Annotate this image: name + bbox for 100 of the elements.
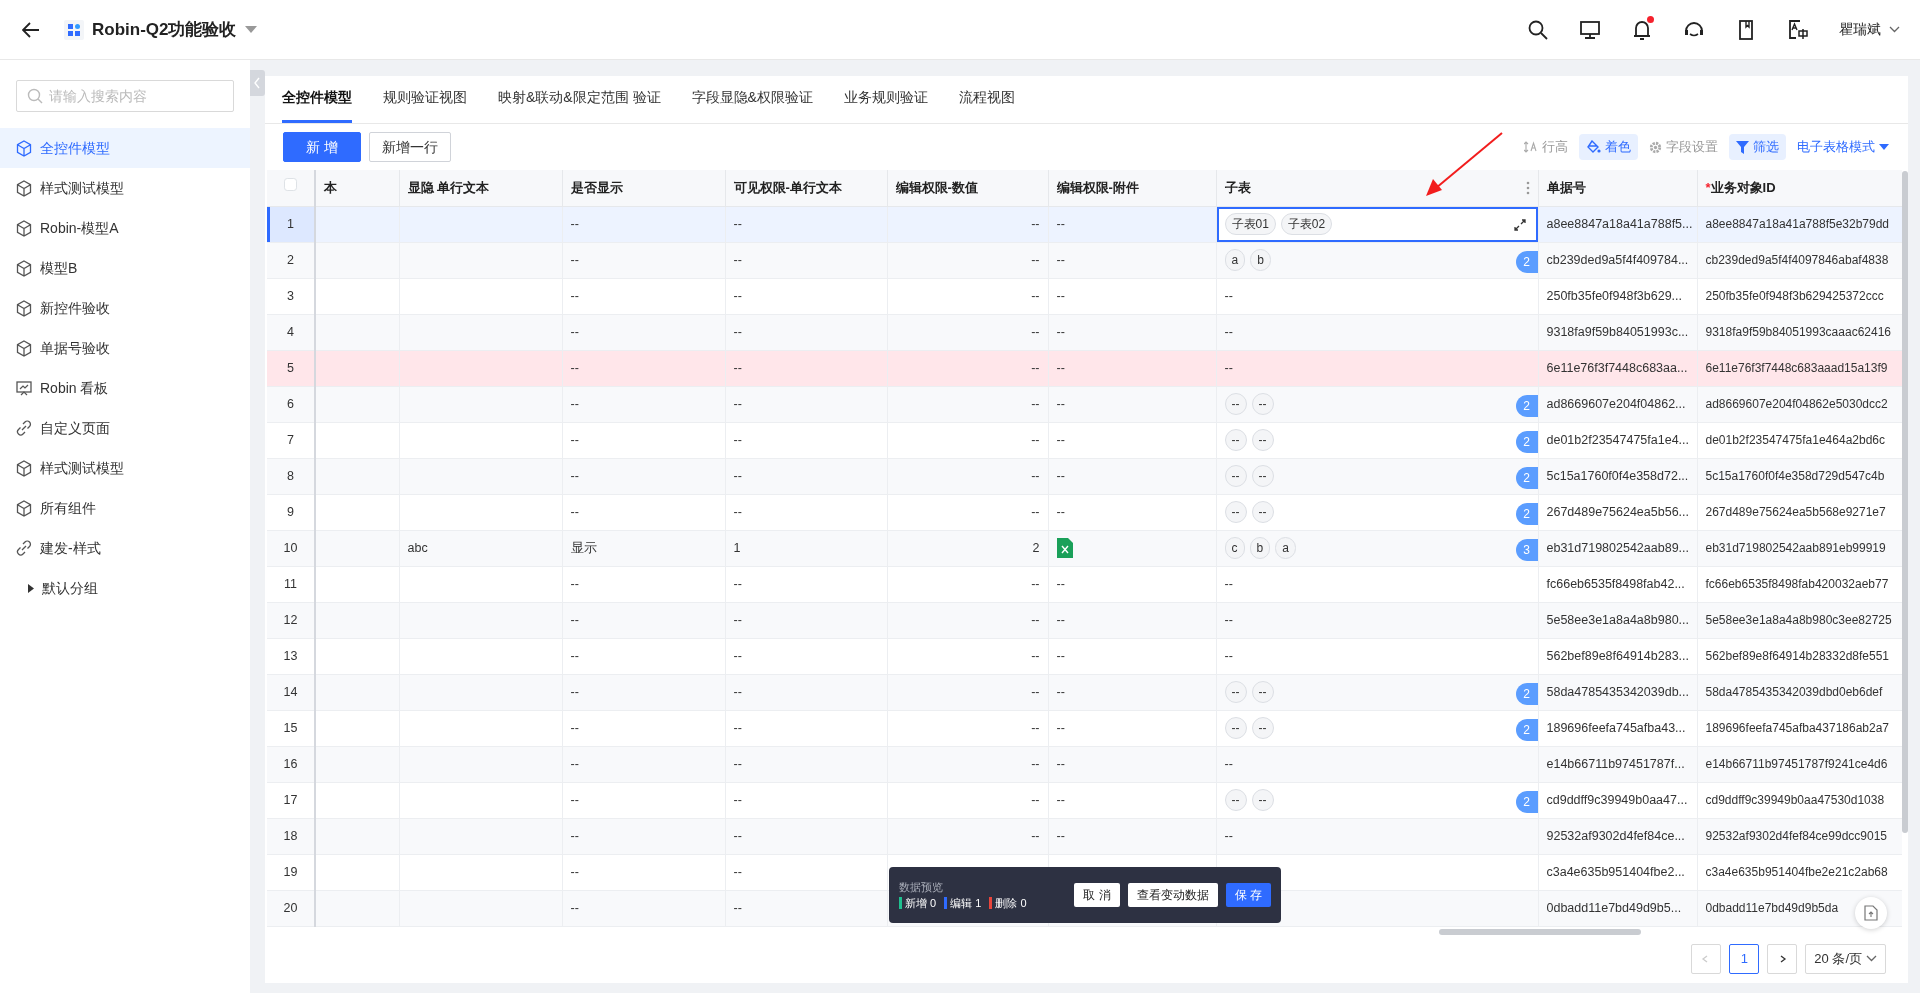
sidebar-item[interactable]: 新控件验收 bbox=[0, 288, 250, 328]
tab[interactable]: 全控件模型 bbox=[282, 75, 352, 123]
column-header: 业务对象ID bbox=[1710, 179, 1776, 197]
table-cell: -- bbox=[570, 576, 579, 591]
table-cell: -- bbox=[1056, 756, 1065, 771]
subtable-tag[interactable]: -- bbox=[1251, 681, 1274, 703]
tab[interactable]: 字段显隐&权限验证 bbox=[691, 75, 813, 123]
table-cell: abc bbox=[407, 540, 428, 555]
count-badge: 2 bbox=[1515, 466, 1538, 489]
table-cell: 1 bbox=[733, 540, 741, 555]
subtable-tag[interactable]: b bbox=[1250, 249, 1271, 271]
subtable-tag[interactable]: -- bbox=[1224, 465, 1247, 487]
subtable-tag[interactable]: b bbox=[1249, 537, 1271, 559]
count-badge: 2 bbox=[1515, 250, 1538, 273]
preview-button[interactable]: 查看变动数据 bbox=[1127, 883, 1218, 907]
table-cell: -- bbox=[1224, 648, 1233, 663]
sidebar-item[interactable]: 所有组件 bbox=[0, 488, 250, 528]
subtable-tag[interactable]: -- bbox=[1251, 393, 1274, 415]
sidebar-item[interactable]: 全控件模型 bbox=[0, 128, 250, 168]
subtable-tag[interactable]: -- bbox=[1224, 501, 1247, 523]
subtable-tag[interactable]: -- bbox=[1224, 717, 1247, 739]
table-cell: -- bbox=[733, 576, 742, 591]
subtable-tag[interactable]: 子表02 bbox=[1280, 213, 1333, 235]
table-cell: cb239ded9a5f4f4097846abaf4838 bbox=[1705, 253, 1889, 267]
page-button[interactable]: 1 bbox=[1729, 943, 1760, 974]
row-number: 11 bbox=[267, 566, 315, 602]
page-size-select[interactable]: 20 条/页 bbox=[1805, 943, 1886, 974]
table-cell: 562bef89e8f64914b283... bbox=[1546, 648, 1689, 663]
row-number: 12 bbox=[267, 602, 315, 638]
sidebar-item[interactable]: 单据号验收 bbox=[0, 328, 250, 368]
table-cell: -- bbox=[570, 684, 579, 699]
spreadsheet-file-icon[interactable] bbox=[1056, 538, 1073, 558]
count-badge: 2 bbox=[1515, 718, 1538, 741]
translate-icon[interactable] bbox=[1787, 18, 1809, 41]
sidebar-item[interactable]: 建发-样式 bbox=[0, 528, 250, 568]
dropdown-caret-icon[interactable] bbox=[244, 25, 257, 34]
vertical-scrollbar[interactable] bbox=[1902, 171, 1908, 833]
preview-button[interactable]: 取 消 bbox=[1074, 883, 1120, 907]
subtable-tag[interactable]: a bbox=[1275, 537, 1296, 559]
editing-cell[interactable]: 子表01 子表02 bbox=[1216, 206, 1538, 242]
table-cell: 250fb35fe0f948f3b629... bbox=[1546, 288, 1683, 303]
subtable-tag[interactable]: a bbox=[1224, 249, 1246, 271]
toolbar-button[interactable]: 筛选 bbox=[1729, 134, 1786, 160]
more-options-icon[interactable] bbox=[1525, 180, 1530, 195]
row-number: 13 bbox=[267, 638, 315, 674]
table-cell: 2 bbox=[1032, 540, 1040, 555]
expand-icon[interactable] bbox=[1513, 218, 1526, 231]
chevron-down-icon bbox=[1866, 955, 1877, 962]
mode-dropdown[interactable]: 电子表格模式 bbox=[1790, 134, 1896, 160]
sidebar-item[interactable]: 样式测试模型 bbox=[0, 168, 250, 208]
column-header: 编辑权限-附件 bbox=[1048, 170, 1216, 206]
add-button[interactable]: 新 增 bbox=[283, 132, 361, 162]
column-header: 编辑权限-数值 bbox=[887, 170, 1048, 206]
tab[interactable]: 流程视图 bbox=[958, 75, 1015, 123]
subtable-tag[interactable]: -- bbox=[1251, 501, 1274, 523]
row-number: 16 bbox=[267, 746, 315, 782]
user-name[interactable]: 瞿瑞斌 bbox=[1839, 19, 1881, 40]
toolbar-button[interactable]: 着色 bbox=[1579, 134, 1638, 160]
sidebar-item[interactable]: 模型B bbox=[0, 248, 250, 288]
sidebar-item[interactable]: 自定义页面 bbox=[0, 408, 250, 448]
sidebar-group[interactable]: 默认分组 bbox=[0, 568, 250, 608]
app-title: Robin-Q2功能验收 bbox=[92, 18, 237, 41]
monitor-icon[interactable] bbox=[1579, 18, 1601, 41]
add-button[interactable]: 新增一行 bbox=[368, 132, 451, 162]
chevron-down-icon[interactable] bbox=[1889, 26, 1900, 33]
sidebar-item[interactable]: Robin 看板 bbox=[0, 368, 250, 408]
search-field[interactable]: 请输入搜索内容 bbox=[16, 80, 234, 112]
subtable-tag[interactable]: -- bbox=[1251, 717, 1274, 739]
subtable-tag[interactable]: -- bbox=[1224, 429, 1247, 451]
row-number: 7 bbox=[267, 422, 315, 458]
row-number: 6 bbox=[267, 386, 315, 422]
subtable-tag[interactable]: -- bbox=[1224, 681, 1247, 703]
collapse-handle[interactable] bbox=[250, 70, 265, 96]
cube-icon bbox=[16, 299, 32, 317]
horizontal-scrollbar[interactable] bbox=[1439, 928, 1641, 935]
search-icon[interactable] bbox=[1527, 18, 1549, 41]
back-button[interactable] bbox=[22, 21, 40, 38]
preview-button[interactable]: 保 存 bbox=[1225, 883, 1271, 907]
subtable-tag[interactable]: -- bbox=[1251, 465, 1274, 487]
subtable-tag[interactable]: 子表01 bbox=[1224, 213, 1276, 235]
table-cell: -- bbox=[1031, 684, 1040, 699]
subtable-tag[interactable]: -- bbox=[1224, 393, 1247, 415]
tab[interactable]: 映射&联动&限定范围 验证 bbox=[498, 75, 661, 123]
subtable-tag[interactable]: c bbox=[1224, 537, 1245, 559]
stat-label: 删除 0 bbox=[995, 896, 1027, 911]
table-cell: 5e58ee3e1a8a4a8b980c3ee82725 bbox=[1705, 613, 1892, 627]
row-number: 1 bbox=[267, 206, 315, 242]
subtable-tag[interactable]: -- bbox=[1251, 789, 1274, 811]
subtable-tag[interactable]: -- bbox=[1224, 789, 1247, 811]
tab[interactable]: 业务规则验证 bbox=[843, 75, 928, 123]
table-cell: ad8669607e204f04862e5030dcc2 bbox=[1705, 397, 1888, 411]
tab[interactable]: 规则验证视图 bbox=[383, 75, 467, 123]
subtable-tag[interactable]: -- bbox=[1251, 429, 1274, 451]
select-all-checkbox[interactable] bbox=[284, 178, 297, 191]
sidebar-item[interactable]: Robin-模型A bbox=[0, 208, 250, 248]
sidebar-item[interactable]: 样式测试模型 bbox=[0, 448, 250, 488]
notification-bell-icon[interactable] bbox=[1631, 18, 1653, 41]
table-cell: -- bbox=[1056, 324, 1065, 339]
table-cell: 5c15a1760f0f4e358d729d547c4b bbox=[1705, 469, 1885, 483]
row-number: 15 bbox=[267, 710, 315, 746]
